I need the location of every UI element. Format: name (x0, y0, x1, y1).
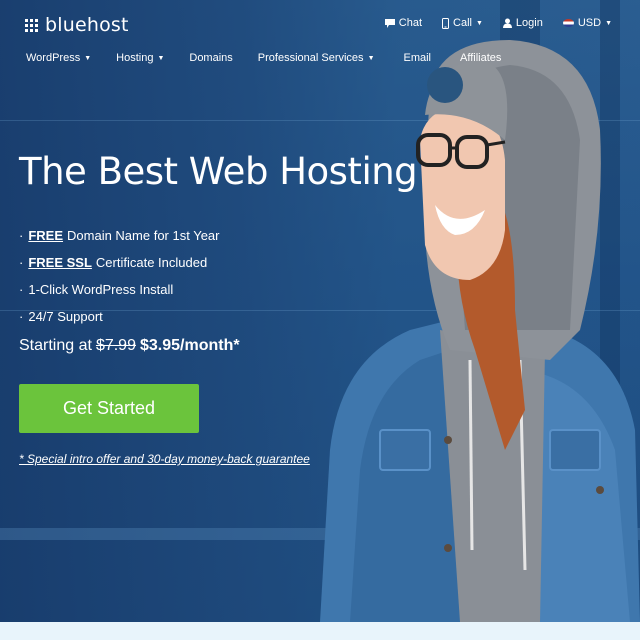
chevron-down-icon: ▼ (367, 54, 375, 62)
bullet: · (19, 228, 24, 243)
chevron-down-icon: ▼ (157, 54, 165, 62)
get-started-button[interactable]: Get Started (19, 384, 199, 433)
phone-icon (442, 17, 450, 29)
chat-icon (384, 18, 395, 28)
nav-item-affiliates[interactable]: Affiliates (460, 52, 501, 64)
login-link[interactable]: Login (502, 17, 543, 29)
bullet: · (19, 309, 24, 324)
feature-text: 1-Click WordPress Install (28, 282, 174, 297)
guarantee-link[interactable]: * Special intro offer and 30-day money-b… (19, 452, 310, 466)
nav-item-professional-services[interactable]: Professional Services ▼ (258, 52, 375, 64)
login-label: Login (515, 17, 543, 29)
bottom-strip (0, 622, 640, 640)
nav-item-label: Hosting (116, 52, 154, 64)
feature-item: · 24/7 Support (19, 303, 219, 330)
price-new: $3.95/month* (139, 337, 240, 354)
price-old: $7.99 (95, 337, 136, 354)
hero-person-image (320, 40, 640, 622)
chevron-down-icon: ▼ (84, 54, 92, 62)
feature-text: Certificate Included (95, 255, 208, 270)
feature-item: · FREE Domain Name for 1st Year (19, 222, 219, 249)
user-icon (502, 18, 512, 28)
feature-item: · 1-Click WordPress Install (19, 276, 219, 303)
feature-text: 24/7 Support (28, 309, 103, 324)
logo-grid-icon (25, 18, 38, 32)
nav-item-label: Email (403, 52, 432, 64)
call-link[interactable]: Call ▼ (442, 17, 483, 29)
nav-item-domains[interactable]: Domains (189, 52, 232, 64)
main-nav: WordPress ▼ Hosting ▼ Domains Professional… (26, 52, 526, 64)
price-line: Starting at $7.99 $3.95/month* (19, 337, 240, 355)
feature-emphasis: FREE SSL (28, 255, 92, 270)
feature-list: · FREE Domain Name for 1st Year · FREE S… (19, 222, 219, 330)
chevron-down-icon: ▼ (475, 19, 483, 27)
call-label: Call (453, 17, 472, 29)
nav-item-email[interactable]: Email (404, 52, 432, 64)
chevron-down-icon: ▼ (605, 19, 612, 27)
bullet: · (19, 255, 24, 270)
feature-emphasis: FREE (28, 228, 64, 243)
nav-item-label: Professional Services (257, 52, 364, 64)
feature-item: · FREE SSL Certificate Included (19, 249, 219, 276)
brand-name: bluehost (45, 14, 129, 36)
flag-icon (562, 19, 574, 27)
nav-item-label: Domains (189, 52, 233, 64)
price-prefix: Starting at (19, 337, 92, 354)
currency-selector[interactable]: USD ▼ (562, 17, 612, 29)
hero-title: The Best Web Hosting (19, 150, 418, 193)
nav-item-label: Affiliates (460, 52, 502, 64)
currency-label: USD (577, 17, 602, 29)
chat-label: Chat (398, 17, 423, 29)
bullet: · (19, 282, 24, 297)
nav-item-label: WordPress (26, 52, 81, 64)
nav-item-wordpress[interactable]: WordPress ▼ (26, 52, 91, 64)
nav-item-hosting[interactable]: Hosting ▼ (116, 52, 164, 64)
chat-link[interactable]: Chat (384, 17, 423, 29)
feature-text: Domain Name for 1st Year (67, 228, 220, 243)
brand-logo[interactable]: bluehost (25, 14, 129, 36)
utility-nav: Chat Call ▼ Login USD ▼ (384, 17, 612, 29)
